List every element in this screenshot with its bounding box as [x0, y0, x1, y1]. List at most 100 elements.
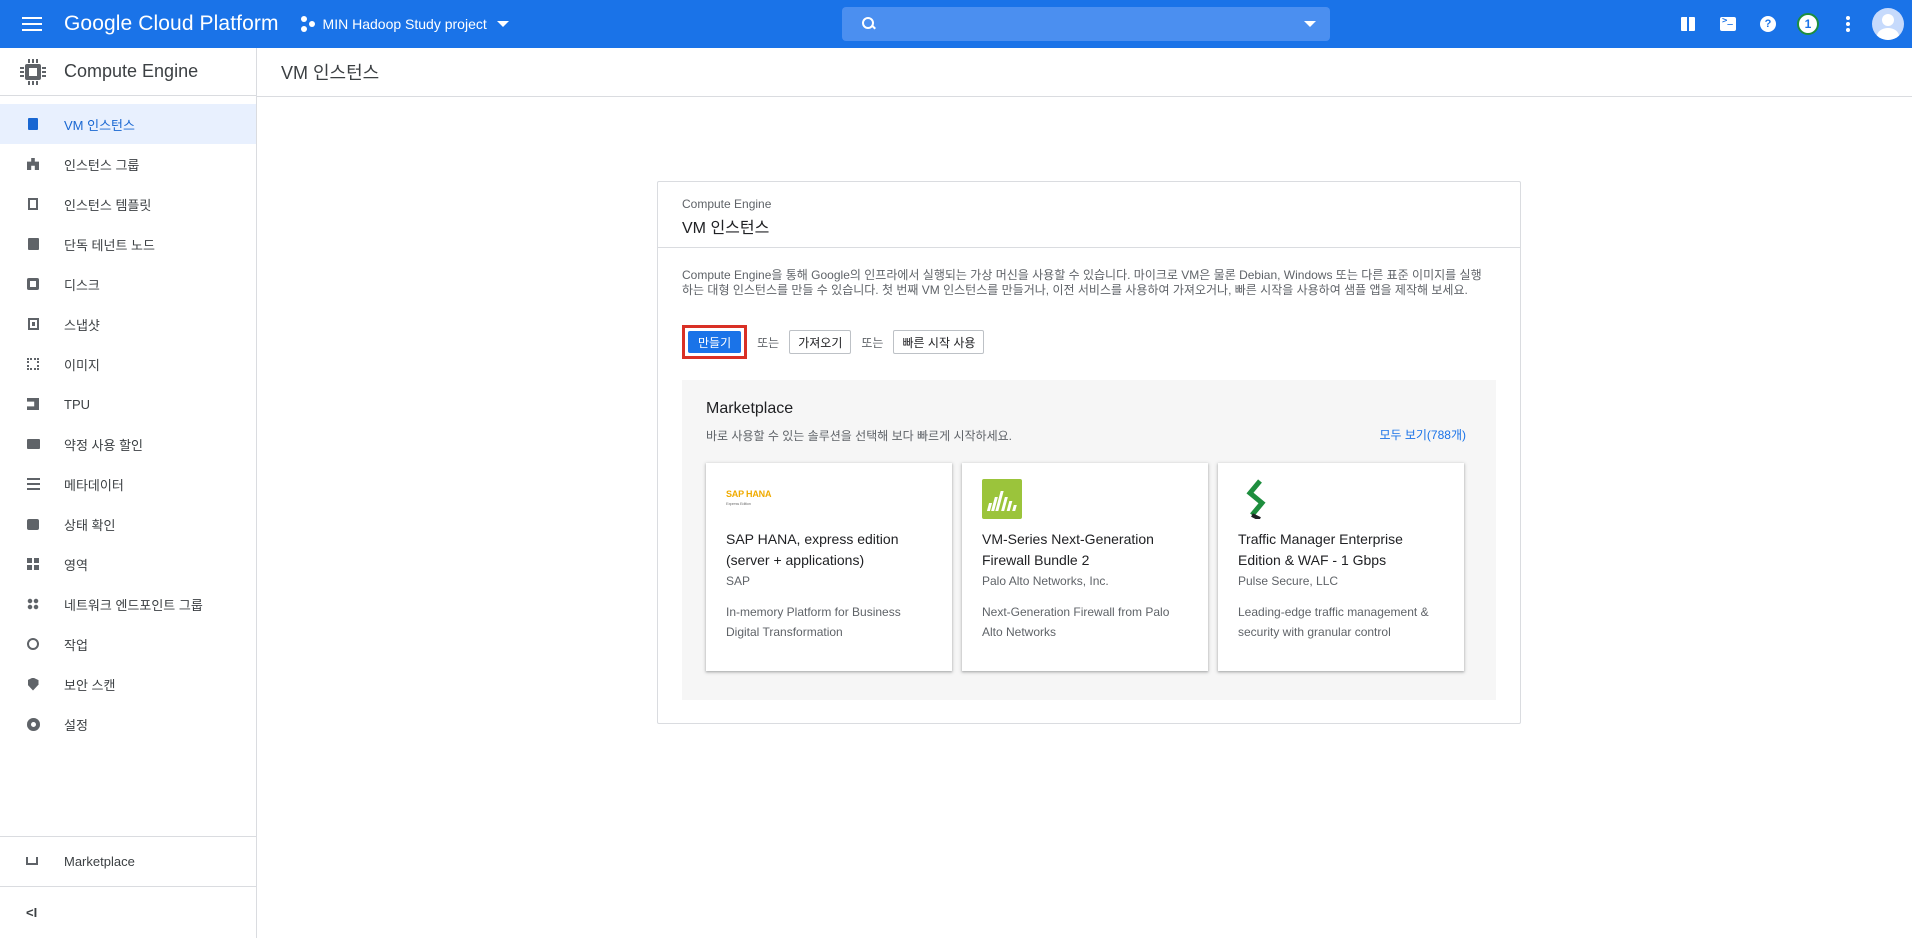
top-actions: ? 1 [1668, 0, 1912, 48]
sap-hana-logo-text: SAP HANA Express Edition [726, 489, 772, 507]
instance-template-icon [26, 197, 40, 211]
sidebar-item-health-checks[interactable]: 상태 확인 [0, 504, 256, 544]
tile-vendor: SAP [726, 574, 751, 588]
sidebar-header: Compute Engine [0, 48, 256, 96]
sidebar-item-security-scans[interactable]: 보안 스캔 [0, 664, 256, 704]
page-header: VM 인스턴스 [257, 48, 1912, 97]
sidebar-item-label: 스냅샷 [64, 317, 100, 333]
sidebar-item-instance-templates[interactable]: 인스턴스 템플릿 [0, 184, 256, 224]
vm-instance-icon [26, 117, 40, 131]
quickstart-button[interactable]: 빠른 시작 사용 [893, 330, 985, 354]
create-button[interactable]: 만들기 [688, 331, 742, 353]
sidebar-item-label: 인스턴스 템플릿 [64, 197, 152, 213]
brand-title[interactable]: Google Cloud Platform [64, 12, 279, 36]
settings-icon [26, 717, 40, 731]
sidebar-item-metadata[interactable]: 메타데이터 [0, 464, 256, 504]
sidebar-item-images[interactable]: 이미지 [0, 344, 256, 384]
sidebar-footer: Marketplace <I [0, 836, 257, 937]
sidebar-item-label: 단독 테넌트 노드 [64, 237, 155, 253]
sidebar-item-label: 약정 사용 할인 [64, 437, 143, 453]
project-selector[interactable]: MIN Hadoop Study project [300, 16, 509, 32]
gift-icon[interactable] [1668, 0, 1708, 48]
view-all-link[interactable]: 모두 보기(788개) [1379, 426, 1466, 443]
committed-use-discount-icon [26, 437, 40, 451]
sidebar-item-tpu[interactable]: TPU [0, 384, 256, 424]
sole-tenant-node-icon [26, 237, 40, 251]
metadata-icon [26, 477, 40, 491]
tpu-icon [26, 397, 40, 411]
sidebar-item-label: 영역 [64, 557, 88, 573]
sidebar-item-zones[interactable]: 영역 [0, 544, 256, 584]
sidebar-item-sole-tenant-nodes[interactable]: 단독 테넌트 노드 [0, 224, 256, 264]
tile-name: Traffic Manager Enterprise Edition & WAF… [1238, 531, 1403, 568]
operations-icon [26, 637, 40, 651]
collapse-sidebar-button[interactable]: <I [0, 887, 257, 937]
marketplace-tiles: SAP HANA Express Edition SAP HANA, expres… [706, 463, 1474, 671]
search-input[interactable] [888, 16, 1304, 32]
chevron-down-icon [496, 21, 509, 27]
sidebar-item-disks[interactable]: 디스크 [0, 264, 256, 304]
pulse-secure-logo [1238, 479, 1444, 519]
sidebar-item-settings[interactable]: 설정 [0, 704, 256, 744]
sidebar-item-label: 이미지 [64, 357, 100, 373]
notifications-button[interactable]: 1 [1788, 0, 1828, 48]
sidebar-item-label: 메타데이터 [64, 477, 124, 493]
disk-icon [26, 277, 40, 291]
zone-icon [26, 557, 40, 571]
sidebar-item-label: 디스크 [64, 277, 100, 293]
sidebar-item-network-endpoint-groups[interactable]: 네트워크 엔드포인트 그룹 [0, 584, 256, 624]
help-icon[interactable]: ? [1748, 0, 1788, 48]
project-name: MIN Hadoop Study project [322, 16, 487, 32]
sidebar-item-label: Marketplace [64, 854, 135, 869]
top-app-bar: Google Cloud Platform MIN Hadoop Study p… [0, 0, 1912, 48]
or-label: 또는 [757, 335, 780, 350]
cloud-shell-icon[interactable] [1708, 0, 1748, 48]
tile-name: SAP HANA, express edition (server + appl… [726, 531, 899, 568]
marketplace-tile-vm-series[interactable]: VM-Series Next-Generation Firewall Bundl… [962, 463, 1208, 671]
card-actions: 만들기 또는 가져오기 또는 빠른 시작 사용 [682, 325, 985, 359]
sidebar-item-label: 네트워크 엔드포인트 그룹 [64, 597, 203, 613]
card-header: Compute Engine VM 인스턴스 [658, 182, 1520, 248]
vm-instances-empty-state-card: Compute Engine VM 인스턴스 Compute Engine을 통… [657, 181, 1521, 724]
create-button-highlight: 만들기 [682, 325, 748, 359]
sidebar-item-label: 인스턴스 그룹 [64, 157, 140, 173]
avatar[interactable] [1872, 8, 1904, 40]
notification-count: 1 [1797, 13, 1819, 35]
collapse-icon: <I [26, 904, 38, 920]
sidebar-item-vm-instances[interactable]: VM 인스턴스 [0, 104, 256, 144]
project-icon [300, 16, 317, 32]
marketplace-subtitle: 바로 사용할 수 있는 솔루션을 선택해 보다 빠르게 시작하세요. [706, 429, 1013, 443]
card-title: VM 인스턴스 [682, 220, 770, 237]
sidebar-title: Compute Engine [64, 61, 199, 81]
palo-alto-logo [982, 479, 1188, 519]
card-subtitle: Compute Engine [682, 197, 772, 211]
marketplace-tile-traffic-manager[interactable]: Traffic Manager Enterprise Edition & WAF… [1218, 463, 1464, 671]
sidebar-item-committed-use[interactable]: 약정 사용 할인 [0, 424, 256, 464]
sidebar-item-instance-groups[interactable]: 인스턴스 그룹 [0, 144, 256, 184]
more-options-icon[interactable] [1828, 0, 1868, 48]
snapshot-icon [26, 317, 40, 331]
sidebar-item-marketplace[interactable]: Marketplace [0, 837, 257, 887]
sidebar-item-label: 작업 [64, 637, 88, 653]
sidebar-item-label: 설정 [64, 717, 88, 733]
tile-description: Leading-edge traffic management & securi… [1238, 605, 1429, 639]
search-dropdown-icon[interactable] [1304, 21, 1316, 27]
import-button[interactable]: 가져오기 [789, 330, 852, 354]
palo-alto-logo-icon [982, 479, 1022, 519]
marketplace-tile-sap-hana[interactable]: SAP HANA Express Edition SAP HANA, expres… [706, 463, 952, 671]
cart-icon [26, 855, 40, 869]
card-description: Compute Engine을 통해 Google의 인프라에서 실행되는 가상… [682, 268, 1482, 297]
sidebar-item-label: 상태 확인 [64, 517, 116, 533]
sidebar-item-label: TPU [64, 396, 90, 412]
menu-icon[interactable] [0, 0, 64, 48]
image-icon [26, 357, 40, 371]
sidebar-nav: VM 인스턴스 인스턴스 그룹 인스턴스 템플릿 단독 테넌트 노드 디스크 스… [0, 96, 256, 744]
tile-description: In-memory Platform for Business Digital … [726, 605, 901, 639]
security-scan-icon [26, 677, 40, 691]
search-bar[interactable] [842, 7, 1330, 41]
sidebar-item-operations[interactable]: 작업 [0, 624, 256, 664]
marketplace-section: Marketplace 바로 사용할 수 있는 솔루션을 선택해 보다 빠르게 … [682, 380, 1496, 700]
marketplace-title: Marketplace [706, 400, 794, 417]
health-check-icon [26, 517, 40, 531]
sidebar-item-snapshots[interactable]: 스냅샷 [0, 304, 256, 344]
